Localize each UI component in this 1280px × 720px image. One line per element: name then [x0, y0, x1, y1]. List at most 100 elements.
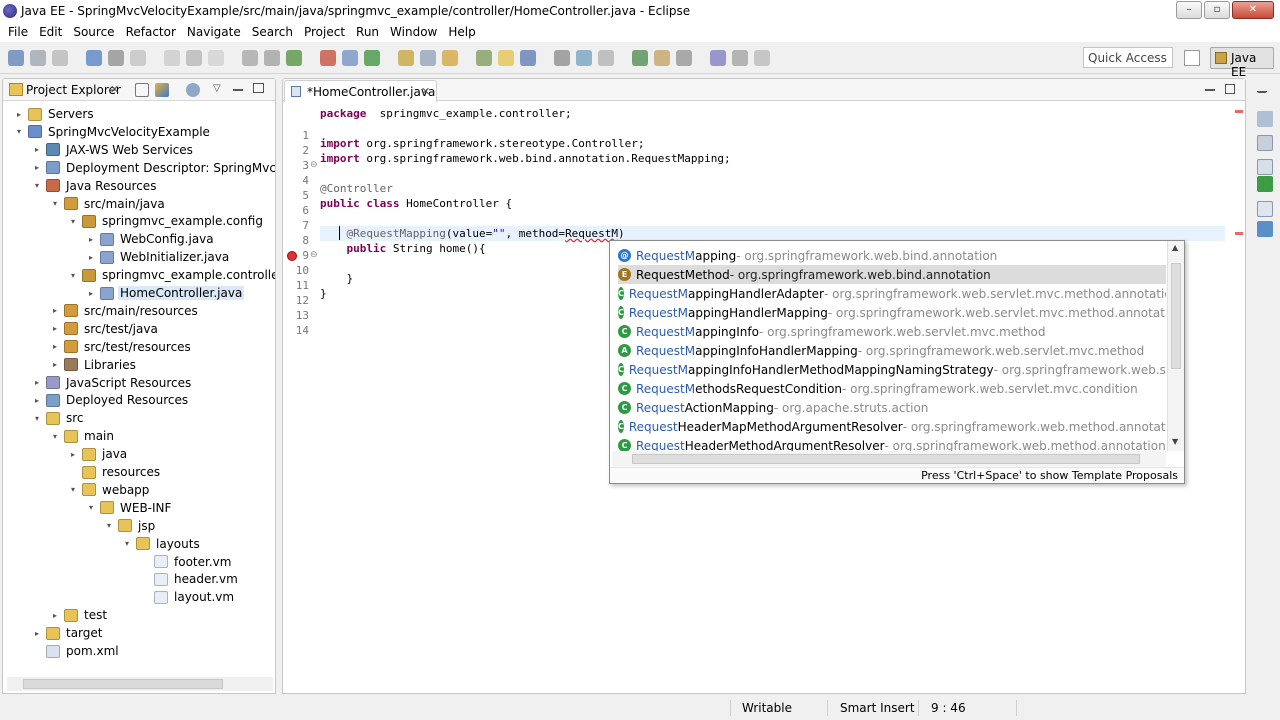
- proposal-requestmappinghandleradapter[interactable]: C RequestMappingHandlerAdapter - org.spri…: [618, 284, 1166, 303]
- code-line[interactable]: public class HomeController {: [320, 196, 512, 211]
- tree-item-target[interactable]: ▸ target: [31, 624, 105, 642]
- collapsed-arrow-icon[interactable]: ▸: [31, 163, 43, 172]
- menu-search[interactable]: Search: [247, 25, 298, 39]
- code-line[interactable]: }: [320, 271, 353, 286]
- proposal-requestheadermapmethodargumentresolver[interactable]: C RequestHeaderMapMethodArgumentResolver …: [618, 417, 1166, 436]
- open-perspective-icon[interactable]: [1184, 50, 1200, 66]
- tree-item-jax-ws-web-services[interactable]: ▸ JAX-WS Web Services: [31, 141, 195, 159]
- minimize-button[interactable]: –: [1176, 1, 1202, 19]
- maximize-editor-icon[interactable]: [1225, 84, 1235, 94]
- collapsed-arrow-icon[interactable]: ▸: [31, 629, 43, 638]
- menu-window[interactable]: Window: [385, 25, 442, 39]
- collapsed-arrow-icon[interactable]: ▸: [49, 611, 61, 620]
- restore-icon[interactable]: [1257, 85, 1267, 93]
- collapsed-arrow-icon[interactable]: ▸: [49, 324, 61, 333]
- collapse-all-icon[interactable]: [135, 83, 149, 97]
- run-icon[interactable]: [320, 50, 336, 66]
- collapsed-arrow-icon[interactable]: ▸: [31, 396, 43, 405]
- expanded-arrow-icon[interactable]: ▾: [103, 521, 115, 530]
- collapsed-arrow-icon[interactable]: ▸: [31, 378, 43, 387]
- collapsed-arrow-icon[interactable]: ▸: [85, 235, 97, 244]
- new-class-icon[interactable]: [476, 50, 492, 66]
- print-icon[interactable]: [86, 50, 102, 66]
- perspective-java-ee-button[interactable]: Java EE: [1210, 47, 1274, 79]
- proposal-requestmappinginfohandlermapping[interactable]: A RequestMappingInfoHandlerMapping - org.…: [618, 341, 1166, 360]
- tree-item-src-main-resources[interactable]: ▸ src/main/resources: [49, 302, 200, 320]
- error-overview-marker[interactable]: [1235, 110, 1243, 113]
- tree-item-deployed-resources[interactable]: ▸ Deployed Resources: [31, 391, 190, 409]
- menu-refactor[interactable]: Refactor: [121, 25, 181, 39]
- tree-item-layouts[interactable]: ▾ layouts: [121, 535, 202, 553]
- menu-source[interactable]: Source: [68, 25, 119, 39]
- expanded-arrow-icon[interactable]: ▾: [49, 432, 61, 441]
- new-package-icon[interactable]: [442, 50, 458, 66]
- proposal-requestheadermethodargumentresolver[interactable]: C RequestHeaderMethodArgumentResolver - o…: [618, 436, 1166, 451]
- proposal-requestmappinghandlermapping[interactable]: C RequestMappingHandlerMapping - org.spri…: [618, 303, 1166, 322]
- quick-access-field[interactable]: Quick Access: [1083, 47, 1173, 68]
- save-icon[interactable]: [30, 50, 46, 66]
- block-selection-icon[interactable]: [632, 50, 648, 66]
- code-line[interactable]: import org.springframework.stereotype.Co…: [320, 136, 645, 151]
- tree-item-servers[interactable]: ▸ Servers: [13, 105, 96, 123]
- skip-breakpoints-icon[interactable]: [130, 50, 146, 66]
- fold-toggle-icon[interactable]: ⊖: [310, 160, 318, 170]
- tree-item-java[interactable]: ▸ java: [67, 445, 129, 463]
- collapsed-arrow-icon[interactable]: ▸: [49, 342, 61, 351]
- tree-item-springmvcvelocityexample[interactable]: ▾ SpringMvcVelocityExample: [13, 123, 212, 141]
- back-icon[interactable]: [732, 50, 748, 66]
- tree-item-webinitializer-java[interactable]: ▸ WebInitializer.java: [85, 248, 231, 266]
- proposal-requestmapping[interactable]: @ RequestMapping - org.springframework.we…: [618, 246, 1166, 265]
- expanded-arrow-icon[interactable]: ▾: [49, 199, 61, 208]
- properties-icon[interactable]: [108, 50, 124, 66]
- expanded-arrow-icon[interactable]: ▾: [121, 539, 133, 548]
- expanded-arrow-icon[interactable]: ▾: [85, 503, 97, 512]
- terminate-icon[interactable]: [208, 50, 224, 66]
- code-line[interactable]: import org.springframework.web.bind.anno…: [320, 151, 731, 166]
- minimize-view-icon[interactable]: [233, 89, 243, 91]
- menu-file[interactable]: File: [3, 25, 33, 39]
- console-view-icon[interactable]: [1257, 159, 1273, 175]
- debug-icon[interactable]: [286, 50, 302, 66]
- maximize-view-icon[interactable]: [253, 83, 264, 93]
- step-into-icon[interactable]: [242, 50, 258, 66]
- step-over-icon[interactable]: [264, 50, 280, 66]
- open-type-icon[interactable]: [498, 50, 514, 66]
- new-server-icon[interactable]: [398, 50, 414, 66]
- expanded-arrow-icon[interactable]: ▾: [67, 217, 79, 226]
- tree-item-javascript-resources[interactable]: ▸ JavaScript Resources: [31, 374, 193, 392]
- expanded-arrow-icon[interactable]: ▾: [31, 414, 43, 423]
- previous-annotation-icon[interactable]: [710, 50, 726, 66]
- code-line[interactable]: @Controller: [320, 181, 393, 196]
- code-line[interactable]: @RequestMapping(value="", method=Request…: [320, 226, 1225, 241]
- proposal-requestmappinginfo[interactable]: C RequestMappingInfo - org.springframewor…: [618, 322, 1166, 341]
- proposal-vertical-scrollbar[interactable]: ▲ ▼: [1167, 241, 1184, 451]
- tree-item-jsp[interactable]: ▾ jsp: [103, 517, 157, 535]
- tree-item-springmvc-example-config[interactable]: ▾ springmvc_example.config: [67, 212, 265, 230]
- menu-help[interactable]: Help: [443, 25, 480, 39]
- tree-item-test[interactable]: ▸ test: [49, 606, 109, 624]
- proposal-requestmethod[interactable]: E RequestMethod - org.springframework.web…: [618, 265, 1166, 284]
- collapsed-arrow-icon[interactable]: ▸: [13, 110, 25, 119]
- proposal-horizontal-scrollbar[interactable]: [612, 451, 1166, 467]
- tree-item-src-main-java[interactable]: ▾ src/main/java: [49, 195, 167, 213]
- collapsed-arrow-icon[interactable]: ▸: [67, 450, 79, 459]
- close-tab-icon[interactable]: ✕: [421, 85, 430, 98]
- expanded-arrow-icon[interactable]: ▾: [31, 181, 43, 190]
- editor-horizontal-scrollbar[interactable]: [319, 677, 1209, 691]
- tree-item-webconfig-java[interactable]: ▸ WebConfig.java: [85, 230, 216, 248]
- menu-edit[interactable]: Edit: [34, 25, 67, 39]
- code-line[interactable]: public String home(){: [320, 241, 486, 256]
- collapsed-arrow-icon[interactable]: ▸: [49, 360, 61, 369]
- menu-navigate[interactable]: Navigate: [182, 25, 246, 39]
- link-with-editor-icon[interactable]: [155, 83, 169, 97]
- code-line[interactable]: package springmvc_example.controller;: [320, 106, 572, 121]
- tree-item-web-inf[interactable]: ▾ WEB-INF: [85, 499, 173, 517]
- forward-icon[interactable]: [754, 50, 770, 66]
- expanded-arrow-icon[interactable]: ▾: [13, 127, 25, 136]
- explorer-horizontal-scrollbar[interactable]: [7, 677, 273, 691]
- tree-item-deployment-descriptor-springmvcvelocityexample[interactable]: ▸ Deployment Descriptor: SpringMvcVelocit…: [31, 159, 275, 177]
- browser-icon[interactable]: [654, 50, 670, 66]
- tree-item-homecontroller-java[interactable]: ▸ HomeController.java: [85, 284, 245, 302]
- toggle-mark-occurrences-icon[interactable]: [554, 50, 570, 66]
- task-list-icon[interactable]: [1257, 135, 1273, 151]
